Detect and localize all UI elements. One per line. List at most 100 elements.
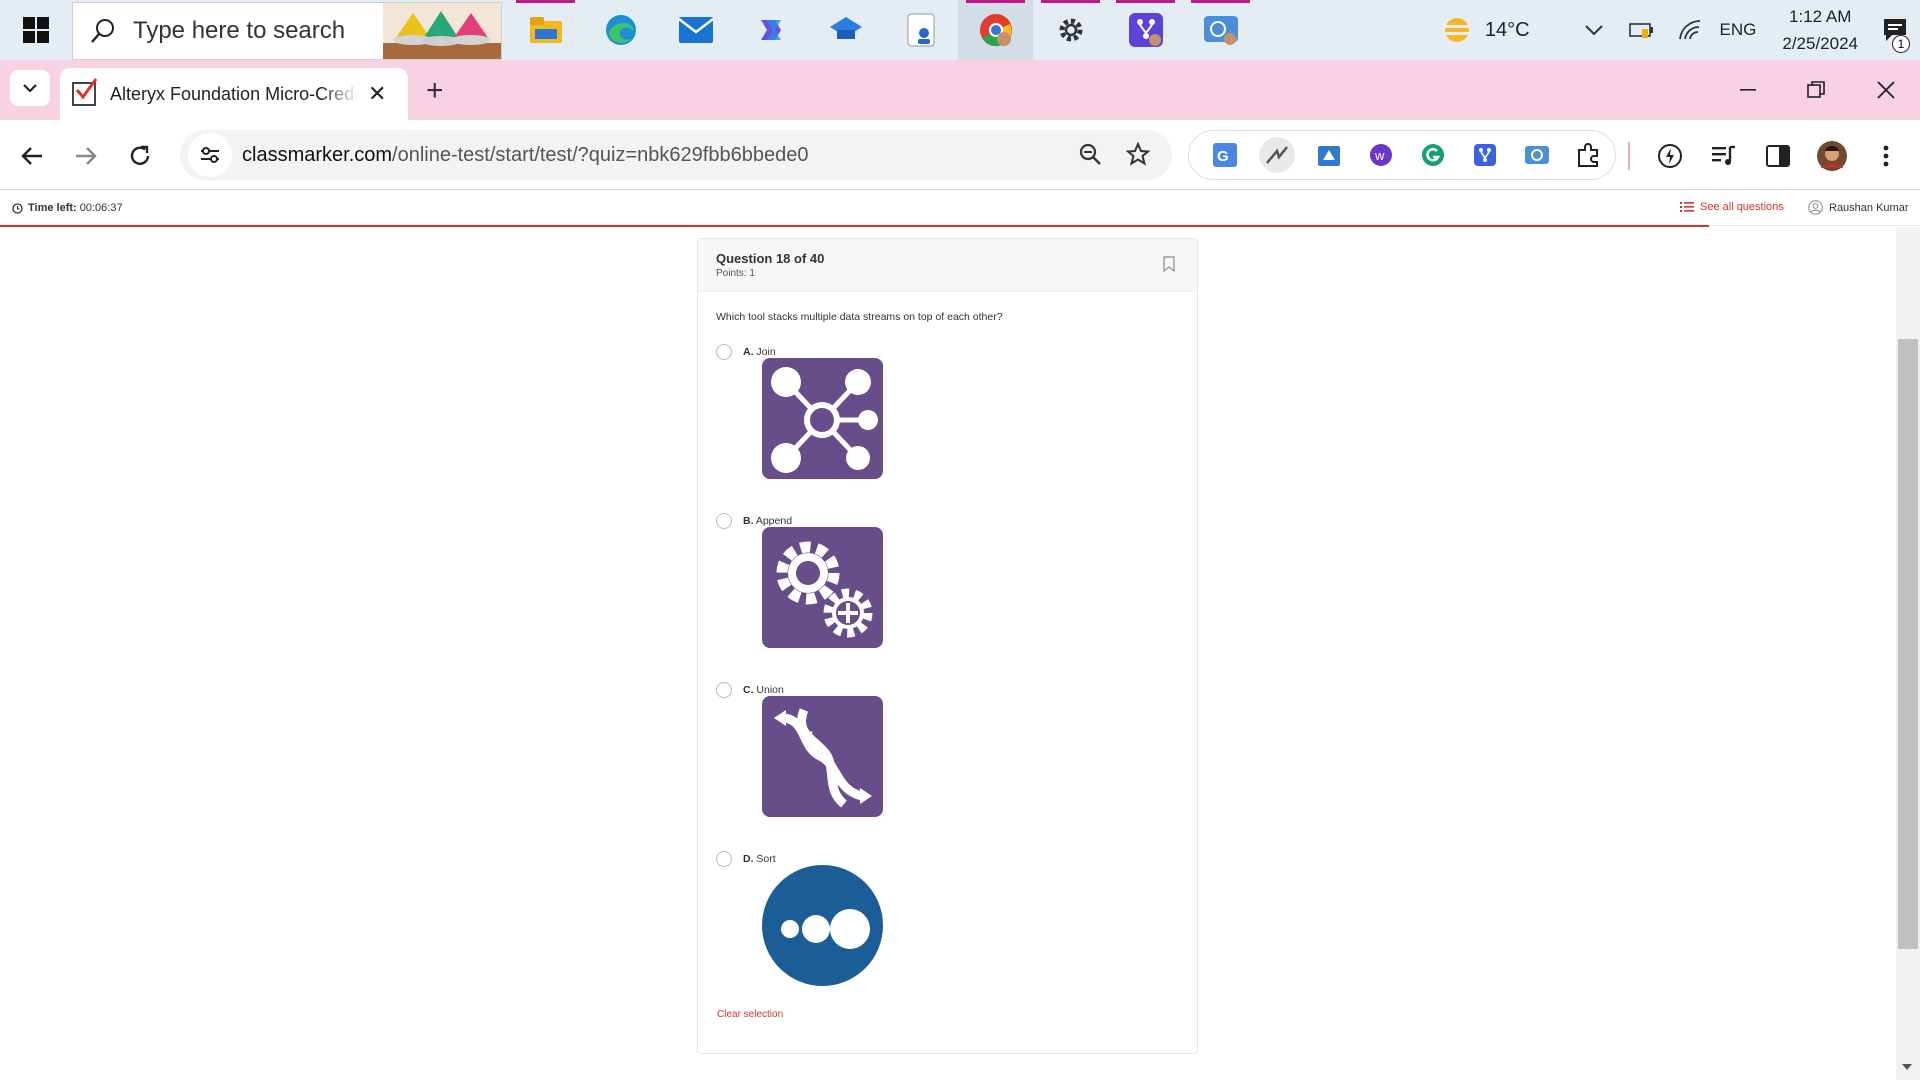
svg-text:w: w — [1374, 148, 1385, 163]
speed-extension-icon[interactable] — [1251, 135, 1303, 175]
side-panel-icon[interactable] — [1760, 138, 1796, 174]
bookmark-icon[interactable] — [1163, 256, 1175, 277]
option-label: A. Join — [743, 346, 776, 358]
user-app-icon[interactable] — [883, 0, 958, 60]
battery-icon[interactable] — [1618, 0, 1666, 60]
clock-time: 1:12 AM — [1788, 7, 1852, 26]
tab-search-button[interactable] — [10, 70, 50, 106]
join-network-icon[interactable] — [762, 358, 883, 479]
reload-button[interactable] — [122, 138, 158, 174]
checkbox-favicon-icon — [72, 78, 98, 106]
radio-button[interactable] — [716, 344, 732, 360]
fork-extension-icon[interactable] — [1459, 143, 1511, 167]
language-indicator[interactable]: ENG — [1720, 20, 1757, 40]
option-label: D. Sort — [743, 853, 776, 865]
forward-arrow-icon — [76, 147, 97, 165]
chevron-up-icon[interactable] — [1570, 0, 1618, 60]
scrollbar-thumb[interactable] — [1898, 339, 1918, 949]
question-text: Which tool stacks multiple data streams … — [716, 311, 1003, 323]
restore-icon — [1807, 81, 1825, 98]
option-label: C. Union — [743, 684, 784, 696]
notification-center-button[interactable]: 1 — [1870, 17, 1920, 53]
notification-count: 1 — [1892, 35, 1910, 53]
clock-icon — [12, 202, 23, 214]
option-label: B. Append — [743, 515, 793, 527]
browser-menu-icon[interactable] — [1868, 138, 1904, 174]
weather-sun-icon — [1442, 18, 1471, 42]
radio-button[interactable] — [716, 851, 732, 867]
system-clock[interactable]: 1:12 AM 2/25/2024 — [1782, 3, 1858, 57]
search-highlight-illustration — [383, 2, 501, 59]
settings-icon[interactable] — [1033, 0, 1108, 60]
web-app-icon[interactable] — [1183, 0, 1258, 60]
scroll-down-arrow-icon[interactable] — [1901, 1063, 1913, 1071]
question-points: Points: 1 — [716, 268, 755, 279]
edge-icon[interactable] — [583, 0, 658, 60]
new-tab-button[interactable]: + — [426, 74, 444, 108]
minimize-button[interactable] — [1714, 60, 1782, 120]
windows-logo-icon — [23, 17, 49, 43]
url-domain: classmarker.com — [242, 143, 393, 166]
tab-close-icon[interactable]: ✕ — [368, 81, 386, 107]
media-control-icon[interactable] — [1706, 138, 1742, 174]
mail-icon[interactable] — [658, 0, 733, 60]
restore-button[interactable] — [1782, 60, 1850, 120]
extensions-area: G w — [1188, 130, 1616, 180]
chevron-down-icon — [23, 84, 37, 93]
extensions-puzzle-icon[interactable] — [1563, 142, 1615, 168]
quiz-top-bar: Time left: 00:06:37 See all questions Ra… — [0, 191, 1920, 227]
site-info-icon[interactable] — [188, 133, 232, 177]
back-button[interactable] — [14, 138, 50, 174]
web-page: Time left: 00:06:37 See all questions Ra… — [0, 191, 1920, 1080]
time-left: Time left: 00:06:37 — [12, 202, 123, 214]
browser-tab-strip: Alteryx Foundation Micro-Credential ✕ + — [0, 60, 1920, 120]
screen-capture-icon[interactable] — [1511, 144, 1563, 166]
w-extension-icon[interactable]: w — [1355, 143, 1407, 167]
clear-selection-link[interactable]: Clear selection — [717, 1009, 783, 1020]
see-all-questions-link[interactable]: See all questions — [1680, 201, 1784, 213]
close-icon — [1877, 81, 1895, 99]
user-icon — [1808, 200, 1823, 215]
search-icon — [73, 18, 133, 44]
time-left-value: 00:06:37 — [79, 202, 123, 214]
forward-button[interactable] — [68, 138, 104, 174]
weather-temp: 14°C — [1484, 18, 1530, 41]
list-icon — [1680, 202, 1694, 212]
git-app-icon[interactable] — [1108, 0, 1183, 60]
drive-extension-icon[interactable] — [1303, 142, 1355, 168]
clock-date: 2/25/2024 — [1782, 34, 1858, 53]
teams-icon[interactable] — [808, 0, 883, 60]
sort-dots-icon[interactable] — [762, 865, 883, 986]
windows-taskbar: Type here to search 14°C ENG 1:12 AM 2/2… — [0, 0, 1920, 60]
union-dna-icon[interactable] — [762, 696, 883, 817]
reload-icon — [130, 145, 150, 165]
svg-text:G: G — [1217, 148, 1229, 165]
radio-button[interactable] — [716, 682, 732, 698]
profile-avatar[interactable] — [1814, 138, 1850, 174]
chrome-icon[interactable] — [958, 0, 1033, 60]
bookmark-star-icon[interactable] — [1125, 141, 1151, 171]
close-window-button[interactable] — [1852, 60, 1920, 120]
performance-icon[interactable] — [1652, 138, 1688, 174]
question-header: Question 18 of 40 Points: 1 — [698, 239, 1197, 292]
radio-button[interactable] — [716, 513, 732, 529]
search-placeholder: Type here to search — [133, 16, 346, 44]
back-arrow-icon — [21, 147, 42, 165]
file-explorer-icon[interactable] — [508, 0, 583, 60]
copilot-icon[interactable] — [733, 0, 808, 60]
weather-widget[interactable]: 14°C — [1439, 15, 1530, 45]
browser-tab-active[interactable]: Alteryx Foundation Micro-Credential ✕ — [60, 68, 408, 120]
time-left-label: Time left: — [28, 202, 77, 214]
minimize-icon — [1740, 89, 1756, 91]
wifi-icon[interactable] — [1666, 0, 1714, 60]
google-translate-icon[interactable]: G — [1199, 142, 1251, 168]
windows-start-button[interactable] — [0, 0, 72, 60]
address-bar[interactable]: classmarker.com/online-test/start/test/?… — [180, 130, 1172, 180]
grammarly-icon[interactable] — [1407, 143, 1459, 167]
user-account[interactable]: Raushan Kumar — [1808, 200, 1909, 215]
append-gears-icon[interactable] — [762, 527, 883, 648]
url-text[interactable]: classmarker.com/online-test/start/test/?… — [242, 144, 808, 167]
taskbar-search-box[interactable]: Type here to search — [72, 1, 502, 60]
question-card: Question 18 of 40 Points: 1 Which tool s… — [697, 238, 1198, 1054]
zoom-icon[interactable] — [1078, 142, 1102, 171]
